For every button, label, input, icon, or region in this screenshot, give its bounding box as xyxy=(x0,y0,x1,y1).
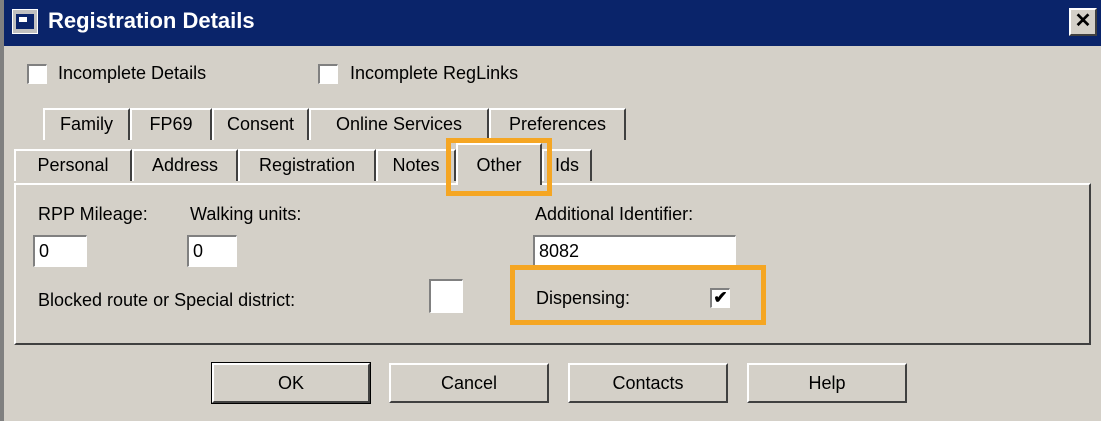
rpp-mileage-label: RPP Mileage: xyxy=(38,204,148,224)
tab-ids[interactable]: Ids xyxy=(542,149,592,181)
tab-registration[interactable]: Registration xyxy=(238,149,376,181)
cancel-button[interactable]: Cancel xyxy=(389,363,549,403)
tab-address[interactable]: Address xyxy=(132,149,238,181)
blocked-route-label: Blocked route or Special district: xyxy=(38,290,296,310)
incomplete-details-checkbox[interactable] xyxy=(27,64,47,84)
incomplete-details-label: Incomplete Details xyxy=(58,63,207,83)
tab-personal[interactable]: Personal xyxy=(14,149,132,181)
incomplete-reglinks-label: Incomplete RegLinks xyxy=(350,63,519,83)
walking-units-input[interactable]: 0 xyxy=(187,235,237,267)
tab-fp69[interactable]: FP69 xyxy=(130,108,212,140)
tab-family[interactable]: Family xyxy=(43,108,130,140)
blocked-route-checkbox[interactable] xyxy=(429,279,463,313)
ok-button[interactable]: OK xyxy=(211,362,371,404)
tab-preferences[interactable]: Preferences xyxy=(489,108,626,140)
contacts-button[interactable]: Contacts xyxy=(568,363,728,403)
tab-other[interactable]: Other xyxy=(456,143,542,185)
app-window-icon xyxy=(12,9,38,34)
tab-online-services[interactable]: Online Services xyxy=(309,108,489,140)
additional-identifier-input[interactable]: 8082 xyxy=(533,235,736,267)
window-title: Registration Details xyxy=(48,8,255,33)
close-button[interactable]: ✕ xyxy=(1069,8,1097,36)
dispensing-label: Dispensing: xyxy=(536,288,631,308)
additional-identifier-label: Additional Identifier: xyxy=(535,204,694,224)
tab-consent[interactable]: Consent xyxy=(212,108,309,140)
window-left-border xyxy=(0,0,4,421)
tab-notes[interactable]: Notes xyxy=(376,149,456,181)
walking-units-label: Walking units: xyxy=(190,204,302,224)
rpp-mileage-input[interactable]: 0 xyxy=(33,235,87,267)
help-button[interactable]: Help xyxy=(747,363,907,403)
dispensing-checkbox[interactable]: ✔ xyxy=(710,288,730,308)
incomplete-reglinks-checkbox[interactable] xyxy=(318,64,338,84)
